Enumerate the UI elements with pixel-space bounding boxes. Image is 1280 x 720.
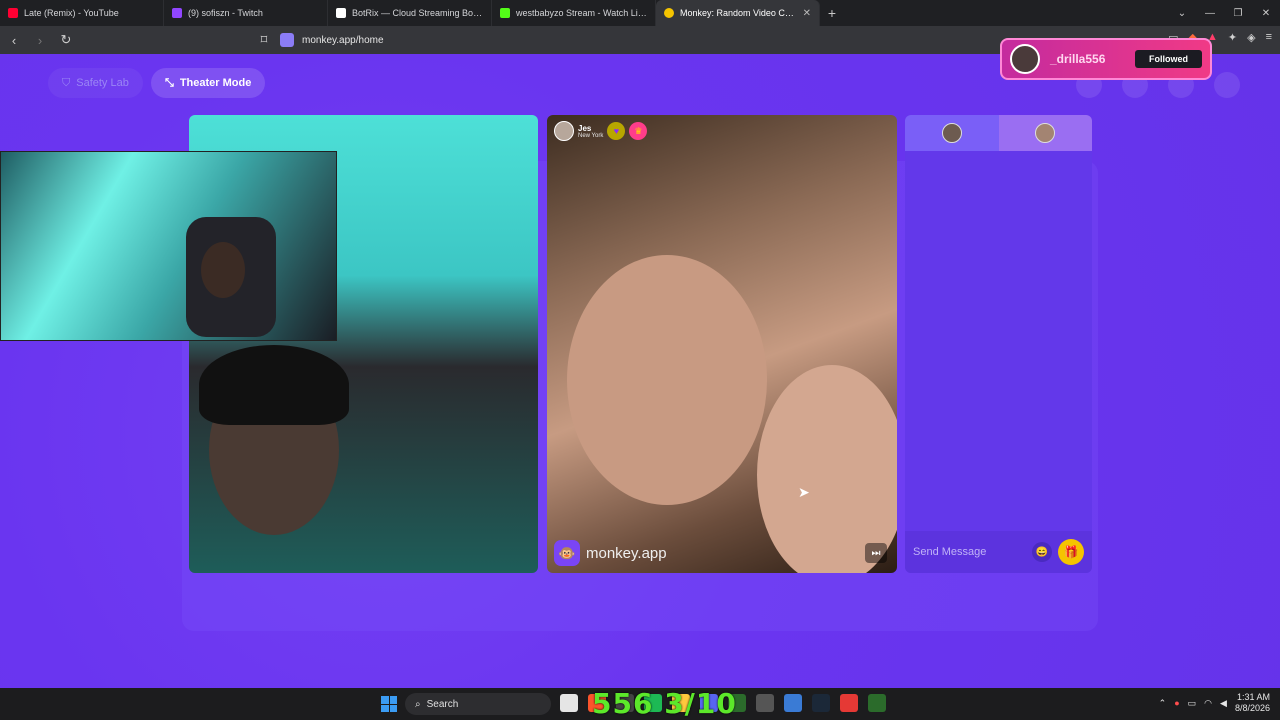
expand-icon: ⤡	[165, 76, 174, 89]
tab-title: BotRix — Cloud Streaming Bot for Tw	[352, 8, 483, 18]
badge-icon: ♛	[629, 122, 648, 140]
streamer-face	[201, 242, 245, 298]
wifi-icon[interactable]: ◠	[1204, 698, 1212, 709]
brand-name: monkey.app	[586, 544, 667, 562]
safety-lab-label: Safety Lab	[76, 77, 129, 89]
headphones	[199, 345, 349, 425]
new-tab-button[interactable]: +	[820, 5, 844, 21]
youtube-icon	[8, 8, 18, 18]
partner-chip[interactable]: Jes New York ♥ ♛	[554, 121, 648, 141]
follower-name: _drilla556	[1050, 52, 1106, 66]
system-tray: ⌃ ● ▭ ◠ ◀ 1:31 AM 8/8/2026	[1159, 692, 1270, 714]
tab-search-icon[interactable]: ⌄	[1168, 8, 1196, 19]
chevron-up-icon[interactable]: ⌃	[1159, 698, 1167, 709]
stream-goal-counter: 556 3/10	[592, 687, 737, 720]
forward-icon[interactable]: ›	[32, 33, 48, 48]
tab-title: Monkey: Random Video Chat	[680, 8, 797, 18]
clock-time: 1:31 AM	[1236, 692, 1270, 702]
chat-panel: Send Message 😄 🎁	[905, 115, 1092, 573]
skip-icon[interactable]: ⏭	[865, 543, 887, 563]
browser-tab[interactable]: (9) sofiszn - Twitch	[164, 0, 328, 26]
chat-tabs	[905, 115, 1092, 151]
taskbar-search[interactable]: ⌕ Search	[405, 693, 551, 715]
search-icon: ⌕	[415, 698, 421, 710]
clock-date: 8/8/2026	[1234, 703, 1270, 713]
message-input[interactable]: Send Message	[913, 546, 1032, 558]
app-x-icon[interactable]	[840, 694, 858, 712]
kick-icon	[500, 8, 510, 18]
follower-avatar	[1010, 44, 1040, 74]
streamer-webcam-overlay	[0, 151, 337, 341]
minimize-icon[interactable]: —	[1196, 8, 1224, 19]
safety-lab-button[interactable]: ⛉ Safety Lab	[48, 68, 143, 98]
follow-alert: _drilla556 Followed	[1000, 38, 1212, 80]
partner-video	[547, 115, 897, 573]
monkey-icon	[664, 8, 674, 18]
close-tab-icon[interactable]: ✕	[803, 8, 811, 19]
address-bar[interactable]: ⌑ monkey.app/home	[256, 29, 906, 51]
chat-tab-self[interactable]	[905, 115, 999, 151]
browser-tabstrip: Late (Remix) - YouTube (9) sofiszn - Twi…	[0, 0, 1280, 26]
clock[interactable]: 1:31 AM 8/8/2026	[1235, 692, 1270, 714]
address-url: monkey.app/home	[302, 34, 384, 46]
tab-title: westbabyzo Stream - Watch Live on K	[516, 8, 647, 18]
window-controls: ⌄ — ❐ ✕	[1168, 8, 1280, 19]
self-avatar	[941, 123, 962, 143]
browser-tab[interactable]: BotRix — Cloud Streaming Bot for Tw	[328, 0, 492, 26]
wallet-icon[interactable]: ◈	[1247, 31, 1255, 44]
gift-icon[interactable]: 🎁	[1058, 539, 1084, 565]
extensions-icon[interactable]: ✦	[1228, 31, 1237, 44]
browser-tab[interactable]: Late (Remix) - YouTube	[0, 0, 164, 26]
back-icon[interactable]: ‹	[6, 33, 22, 48]
profile-avatar[interactable]	[1214, 72, 1240, 98]
bookmark-icon[interactable]: ⌑	[256, 32, 272, 48]
browser-tab-active[interactable]: Monkey: Random Video Chat ✕	[656, 0, 820, 26]
monkey-logo-icon: 🐵	[554, 540, 580, 566]
menu-icon[interactable]: ≡	[1266, 31, 1272, 44]
media-app-icon[interactable]	[560, 694, 578, 712]
network-icon[interactable]: ▭	[1188, 698, 1197, 709]
partner-location: New York	[578, 132, 604, 139]
chat-tab-partner[interactable]	[998, 115, 1092, 151]
chat-input-bar: Send Message 😄 🎁	[905, 531, 1092, 573]
app-v-icon[interactable]	[784, 694, 802, 712]
partner-name: Jes	[578, 123, 592, 133]
partner-avatar	[1035, 123, 1056, 143]
maximize-icon[interactable]: ❐	[1224, 8, 1252, 19]
steam-icon[interactable]	[812, 694, 830, 712]
reload-icon[interactable]: ↻	[58, 32, 74, 48]
partner-avatar	[554, 121, 574, 141]
mouse-cursor-icon: ➤	[798, 484, 810, 500]
monkey-watermark: 🐵 monkey.app	[554, 540, 667, 566]
theater-mode-label: Theater Mode	[179, 77, 252, 89]
volume-icon[interactable]: ◀	[1220, 698, 1227, 709]
theater-mode-button[interactable]: ⤡ Theater Mode	[151, 68, 266, 98]
heart-icon[interactable]: ♥	[607, 122, 626, 140]
windows-start-icon[interactable]	[381, 696, 397, 712]
site-info-icon[interactable]	[280, 33, 294, 47]
chatgpt-icon[interactable]	[756, 694, 774, 712]
mic-icon[interactable]: ●	[1174, 698, 1179, 708]
tab-title: Late (Remix) - YouTube	[24, 8, 119, 18]
tab-title: (9) sofiszn - Twitch	[188, 8, 263, 18]
close-window-icon[interactable]: ✕	[1252, 8, 1280, 19]
shield-icon: ⛉	[62, 76, 71, 89]
followed-badge: Followed	[1135, 50, 1202, 68]
emoji-icon[interactable]: 😄	[1032, 542, 1052, 562]
twitch-icon	[172, 8, 182, 18]
search-label: Search	[426, 698, 459, 710]
partner-face-2	[757, 365, 897, 573]
browser-tab[interactable]: westbabyzo Stream - Watch Live on K	[492, 0, 656, 26]
partner-face-1	[567, 255, 767, 505]
app-n-icon[interactable]	[868, 694, 886, 712]
botrix-icon	[336, 8, 346, 18]
